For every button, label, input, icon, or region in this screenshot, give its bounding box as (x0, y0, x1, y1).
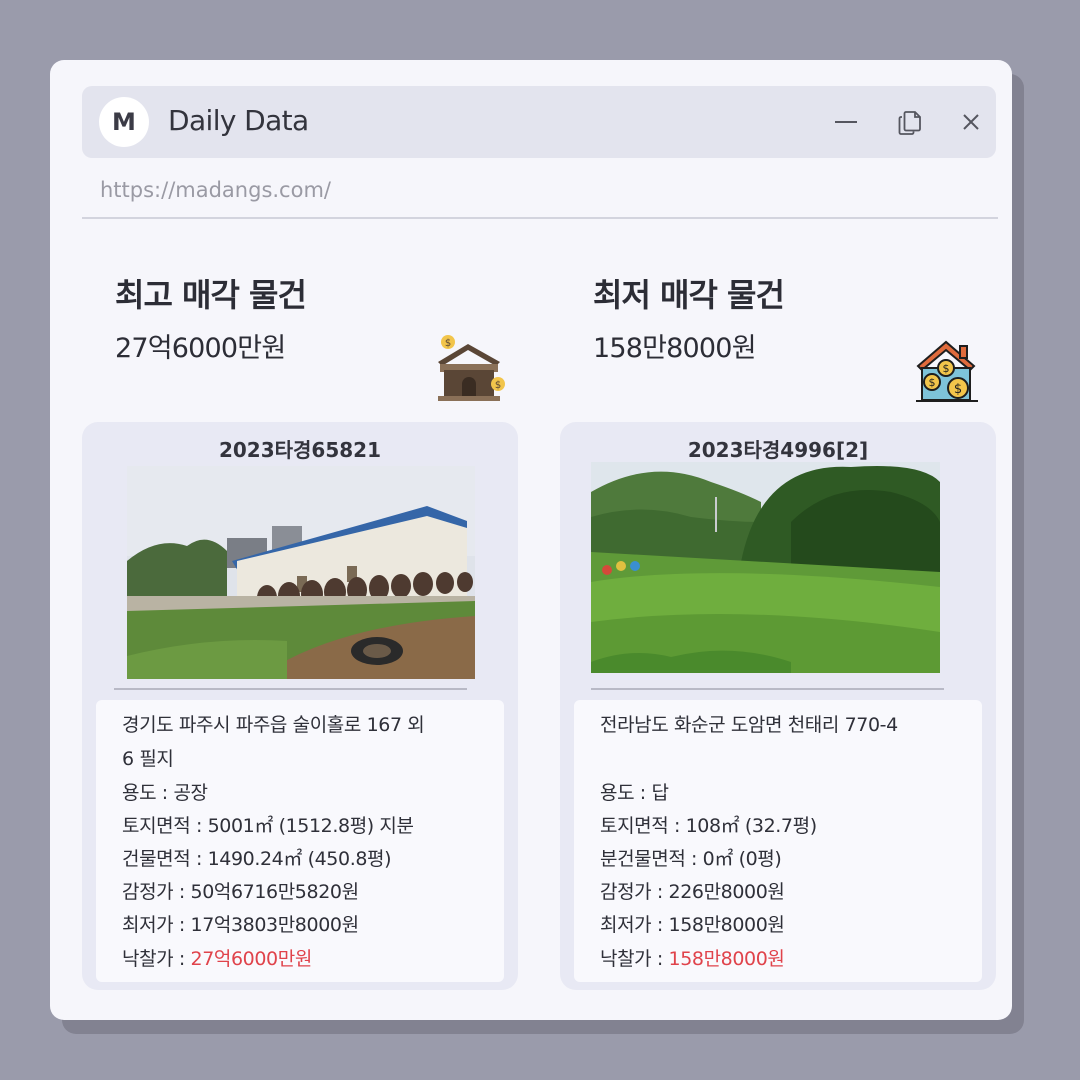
app-title: Daily Data (168, 104, 309, 137)
minimize-button[interactable] (832, 108, 860, 136)
svg-text:$: $ (495, 380, 501, 391)
building-area: 분건물면적 : 0㎡ (0평) (600, 848, 782, 870)
highest-property-card[interactable]: 2023타경65821 경기도 파주시 파주읍 술이홀로 167 외 6 필지 … (82, 422, 518, 990)
property-photo (591, 462, 940, 673)
case-number: 2023타경65821 (218, 438, 382, 462)
address-line-1: 경기도 파주시 파주읍 술이홀로 167 외 (122, 714, 425, 736)
minimum-price: 최저가 : 17억3803만8000원 (122, 914, 359, 936)
winning-bid: 낙찰가 : 27억6000만원 (122, 944, 312, 971)
winning-bid-value: 158만8000원 (668, 948, 785, 970)
address-line-1: 전라남도 화순군 도암면 천태리 770-4 (600, 714, 898, 736)
app-logo: M (99, 97, 149, 147)
header-divider (82, 217, 998, 219)
close-button[interactable] (957, 108, 985, 136)
property-info: 경기도 파주시 파주읍 술이홀로 167 외 6 필지 용도 : 공장 토지면적… (96, 700, 504, 982)
card-divider (591, 688, 944, 690)
winning-bid-label: 낙찰가 : (600, 948, 669, 970)
app-window: M Daily Data https://madangs.com/ 최고 매각 … (50, 60, 1012, 1020)
highest-heading: 최고 매각 물건 (115, 276, 307, 314)
house-coins-icon: $ $ $ (916, 338, 978, 404)
lowest-property-card[interactable]: 2023타경4996[2] 전라남도 화순군 도암면 천태리 770-4 용도 … (560, 422, 996, 990)
usage: 용도 : 답 (600, 782, 669, 804)
property-info: 전라남도 화순군 도암면 천태리 770-4 용도 : 답 토지면적 : 108… (574, 700, 982, 982)
appraisal-price: 감정가 : 50억6716만5820원 (122, 881, 359, 903)
lowest-price: 158만8000원 (593, 333, 757, 364)
svg-text:$: $ (445, 338, 451, 349)
usage: 용도 : 공장 (122, 782, 208, 804)
land-area: 토지면적 : 5001㎡ (1512.8평) 지분 (122, 815, 414, 837)
minimum-price: 최저가 : 158만8000원 (600, 914, 785, 936)
svg-text:$: $ (943, 362, 950, 375)
winning-bid: 낙찰가 : 158만8000원 (600, 944, 785, 971)
copy-icon (898, 111, 921, 135)
title-bar: M Daily Data (82, 86, 996, 158)
svg-text:$: $ (929, 376, 936, 389)
copy-button[interactable] (896, 108, 924, 136)
appraisal-price: 감정가 : 226만8000원 (600, 881, 785, 903)
lowest-heading: 최저 매각 물건 (593, 276, 785, 314)
close-icon (963, 114, 979, 130)
highest-price: 27억6000만원 (115, 333, 286, 364)
url-text[interactable]: https://madangs.com/ (100, 178, 331, 202)
minimize-icon (835, 121, 857, 123)
case-number: 2023타경4996[2] (687, 438, 869, 462)
address-line-2: 6 필지 (122, 748, 174, 770)
property-photo (127, 466, 475, 679)
house-dollar-icon: $ $ (434, 334, 506, 404)
winning-bid-value: 27억6000만원 (190, 948, 313, 970)
building-area: 건물면적 : 1490.24㎡ (450.8평) (122, 848, 392, 870)
winning-bid-label: 낙찰가 : (122, 948, 191, 970)
land-area: 토지면적 : 108㎡ (32.7평) (600, 815, 817, 837)
svg-text:$: $ (954, 382, 962, 397)
card-divider (114, 688, 467, 690)
